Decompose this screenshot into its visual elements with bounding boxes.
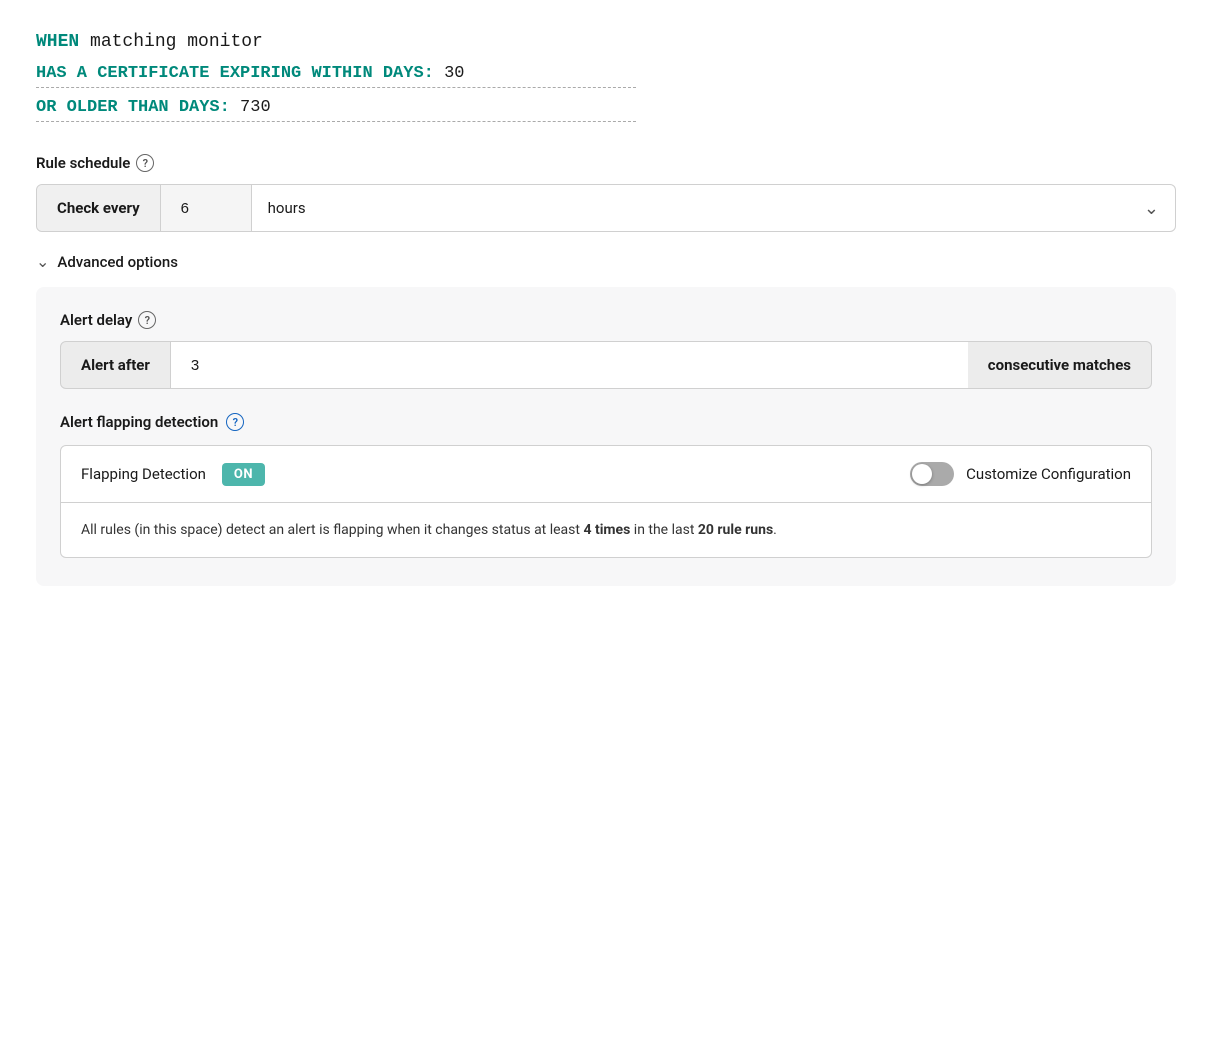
rule-schedule-label: Rule schedule (36, 154, 130, 172)
condition1-block: HAS A CERTIFICATE EXPIRING WITHIN DAYS: … (36, 62, 1176, 96)
schedule-row: Check every hours ⌄ (36, 184, 1176, 232)
condition2-label: OR OLDER THAN DAYS: (36, 98, 240, 117)
alert-after-input[interactable] (171, 341, 968, 389)
flapping-detection-text: Flapping Detection (81, 465, 206, 483)
hours-label: hours (268, 199, 1144, 217)
advanced-options-label: Advanced options (57, 253, 178, 271)
alert-flapping-label: Alert flapping detection (60, 413, 218, 431)
alert-delay-label-row: Alert delay ? (60, 311, 1152, 329)
flapping-label-row: Alert flapping detection ? (60, 413, 1152, 431)
consecutive-matches-label: consecutive matches (968, 341, 1152, 389)
info-bold-2: 20 rule runs (698, 522, 773, 538)
customize-config-toggle[interactable] (910, 462, 954, 486)
when-keyword: WHEN (36, 32, 79, 52)
when-text: matching monitor (90, 32, 263, 52)
check-every-label: Check every (37, 185, 161, 231)
when-line: WHEN matching monitor (36, 32, 1176, 52)
flapping-detection-row: Flapping Detection ON Customize Configur… (61, 446, 1151, 503)
advanced-options-toggle[interactable]: ⌄ Advanced options (36, 252, 1176, 271)
alert-flapping-section: Alert flapping detection ? Flapping Dete… (60, 413, 1152, 558)
flapping-info-box: All rules (in this space) detect an aler… (61, 503, 1151, 557)
condition2-block: OR OLDER THAN DAYS: 730 (36, 96, 1176, 130)
info-text-before: All rules (in this space) detect an aler… (81, 522, 583, 538)
check-every-box: Check every (36, 184, 252, 232)
alert-delay-label: Alert delay (60, 311, 132, 329)
advanced-section: Alert delay ? Alert after consecutive ma… (36, 287, 1176, 586)
condition2-value: 730 (240, 98, 271, 117)
check-every-input[interactable] (161, 186, 251, 231)
info-text-after: . (773, 522, 777, 538)
alert-delay-block: Alert delay ? Alert after consecutive ma… (60, 311, 1152, 389)
condition1-label: HAS A CERTIFICATE EXPIRING WITHIN DAYS: (36, 64, 444, 83)
flapping-detection-box: Flapping Detection ON Customize Configur… (60, 445, 1152, 558)
hours-chevron-icon: ⌄ (1144, 198, 1159, 219)
customize-config-text: Customize Configuration (966, 465, 1131, 483)
rule-schedule-section: Rule schedule ? Check every hours ⌄ (36, 154, 1176, 232)
condition2-line: OR OLDER THAN DAYS: 730 (36, 98, 636, 122)
info-bold-1: 4 times (583, 522, 630, 538)
toggle-container: Customize Configuration (910, 462, 1131, 486)
alert-delay-row: Alert after consecutive matches (60, 341, 1152, 389)
condition1-line: HAS A CERTIFICATE EXPIRING WITHIN DAYS: … (36, 64, 636, 88)
condition1-value: 30 (444, 64, 464, 83)
alert-flapping-help-icon[interactable]: ? (226, 413, 244, 431)
hours-select[interactable]: hours ⌄ (252, 184, 1176, 232)
rule-schedule-help-icon[interactable]: ? (136, 154, 154, 172)
advanced-options-chevron-icon: ⌄ (36, 252, 49, 271)
alert-after-label: Alert after (60, 341, 171, 389)
alert-delay-help-icon[interactable]: ? (138, 311, 156, 329)
rule-schedule-label-row: Rule schedule ? (36, 154, 1176, 172)
on-badge[interactable]: ON (222, 463, 265, 486)
info-text-middle: in the last (630, 522, 698, 538)
